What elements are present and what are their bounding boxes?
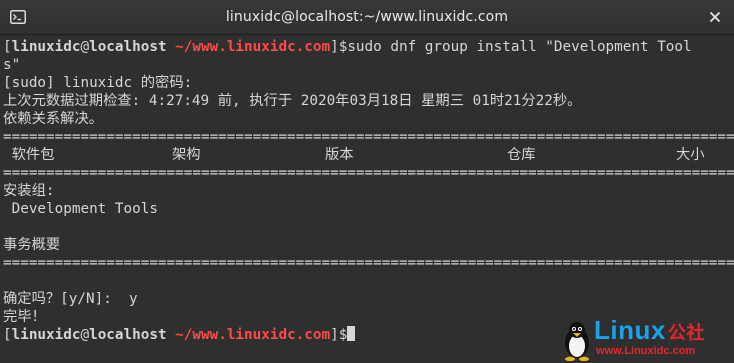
penguin-icon — [565, 322, 589, 361]
confirm-line: 确定吗？[y/N]: y — [3, 291, 138, 307]
terminal-window: linuxidc@localhost:~/www.linuxidc.com [l… — [0, 0, 734, 363]
install-group-line: 安装组: — [3, 183, 55, 199]
prompt-at: @ — [80, 327, 90, 343]
prompt-at: @ — [80, 39, 90, 55]
prompt-open: [ — [3, 327, 12, 343]
window-title: linuxidc@localhost:~/www.linuxidc.com — [225, 9, 509, 25]
header-size: 大小 — [676, 147, 705, 163]
prompt-user: linuxidc — [11, 39, 81, 55]
command-text: sudo dnf group install "Development Tool — [347, 39, 692, 55]
metadata-line: 上次元数据过期检查: 4:27:49 前, 执行于 2020年03月18日 星期… — [3, 93, 582, 109]
separator-line: ========================================… — [3, 165, 734, 181]
prompt-host: localhost — [89, 39, 167, 55]
prompt-user: linuxidc — [11, 327, 81, 343]
watermark-brand-en: Linux — [594, 315, 666, 345]
group-name-line: Development Tools — [3, 201, 158, 217]
watermark-url: www.Linuxidc.com — [596, 345, 696, 357]
header-package: 软件包 — [3, 147, 55, 163]
separator-line: ========================================… — [3, 255, 734, 271]
title-bar[interactable]: linuxidc@localhost:~/www.linuxidc.com — [0, 0, 734, 35]
close-icon[interactable] — [706, 8, 724, 26]
prompt-path: ~/www.linuxidc.com — [175, 39, 331, 55]
watermark-brand: Linux 公社 — [594, 315, 705, 346]
command-line: [linuxidc@localhost ~/www.linuxidc.com]$… — [3, 38, 734, 56]
summary-line: 事务概要 — [3, 237, 61, 253]
dependencies-line: 依赖关系解决。 — [3, 111, 104, 127]
sudo-password-line: [sudo] linuxidc 的密码: — [3, 75, 193, 91]
watermark-brand-cn: 公社 — [667, 323, 705, 343]
command-wrap-line: s" — [3, 57, 21, 73]
prompt-close: ]$ — [330, 327, 348, 343]
prompt-close: ]$ — [330, 39, 348, 55]
header-repo: 仓库 — [507, 147, 536, 163]
watermark-logo: Linux 公社 www.Linuxidc.com — [560, 315, 730, 361]
prompt-host: localhost — [89, 327, 167, 343]
table-header: 软件包 架构 版本 仓库 大小 — [3, 146, 734, 164]
header-version: 版本 — [325, 147, 354, 163]
prompt-path: ~/www.linuxidc.com — [175, 327, 331, 343]
separator-line: ========================================… — [3, 129, 734, 145]
prompt-open: [ — [3, 39, 12, 55]
text-cursor — [347, 326, 356, 341]
terminal-icon[interactable] — [8, 8, 28, 26]
terminal-output[interactable]: [linuxidc@localhost ~/www.linuxidc.com]$… — [0, 35, 734, 363]
header-arch: 架构 — [172, 147, 201, 163]
